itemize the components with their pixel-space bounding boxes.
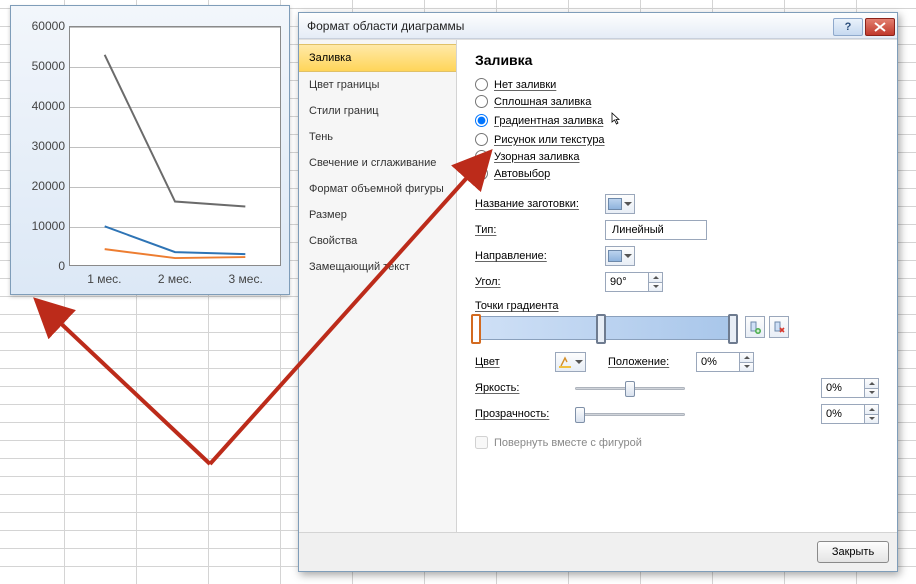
- radio-label: Градиентная заливка: [494, 115, 603, 127]
- transparency-slider[interactable]: [575, 405, 685, 423]
- spin-down[interactable]: [865, 388, 879, 399]
- cursor-icon: [611, 112, 623, 129]
- chart-plot: [69, 26, 281, 266]
- position-spinner[interactable]: [696, 352, 754, 372]
- radio-input[interactable]: [475, 78, 488, 91]
- remove-gradient-stop-button[interactable]: [769, 316, 789, 338]
- transparency-label: Прозрачность:: [475, 408, 565, 420]
- radio-label: Рисунок или текстура: [494, 134, 605, 146]
- direction-label: Направление:: [475, 250, 595, 262]
- nav-3d-format[interactable]: Формат объемной фигуры: [299, 176, 456, 202]
- angle-input[interactable]: [605, 272, 649, 292]
- radio-picture-fill[interactable]: Рисунок или текстура: [475, 133, 879, 146]
- window-close-button[interactable]: [865, 18, 895, 36]
- spin-down[interactable]: [865, 414, 879, 425]
- radio-solid-fill[interactable]: Сплошная заливка: [475, 95, 879, 108]
- add-gradient-stop-button[interactable]: [745, 316, 765, 338]
- radio-input[interactable]: [475, 167, 488, 180]
- nav-glow[interactable]: Свечение и сглаживание: [299, 150, 456, 176]
- radio-label: Нет заливки: [494, 79, 556, 91]
- xtick: 3 мес.: [210, 272, 281, 286]
- chart-area[interactable]: 60000 50000 40000 30000 20000 10000 0 1 …: [10, 5, 290, 295]
- radio-input[interactable]: [475, 95, 488, 108]
- category-nav: Заливка Цвет границы Стили границ Тень С…: [299, 40, 457, 532]
- nav-alt-text[interactable]: Замещающий текст: [299, 254, 456, 280]
- transparency-input[interactable]: [821, 404, 865, 424]
- nav-properties[interactable]: Свойства: [299, 228, 456, 254]
- brightness-label: Яркость:: [475, 382, 565, 394]
- radio-no-fill[interactable]: Нет заливки: [475, 78, 879, 91]
- gradient-stops-track[interactable]: [475, 316, 735, 340]
- ytick: 40000: [11, 100, 65, 140]
- chart-lines: [70, 27, 280, 265]
- gradient-stop-handle[interactable]: [471, 314, 481, 344]
- spin-up[interactable]: [865, 404, 879, 414]
- radio-input[interactable]: [475, 114, 488, 127]
- chart-y-ticks: 60000 50000 40000 30000 20000 10000 0: [11, 20, 65, 300]
- ytick: 50000: [11, 60, 65, 100]
- xtick: 1 мес.: [69, 272, 140, 286]
- direction-dropdown[interactable]: [605, 246, 635, 266]
- nav-shadow[interactable]: Тень: [299, 124, 456, 150]
- spin-up[interactable]: [649, 272, 663, 282]
- fill-panel: Заливка Нет заливки Сплошная заливка Гра…: [457, 40, 897, 532]
- chart-x-ticks: 1 мес. 2 мес. 3 мес.: [69, 272, 281, 286]
- nav-size[interactable]: Размер: [299, 202, 456, 228]
- angle-label: Угол:: [475, 276, 595, 288]
- ytick: 60000: [11, 20, 65, 60]
- radio-automatic[interactable]: Автовыбор: [475, 167, 879, 180]
- radio-label: Сплошная заливка: [494, 96, 591, 108]
- gradient-stops-label: Точки градиента: [475, 300, 879, 312]
- radio-input[interactable]: [475, 150, 488, 163]
- panel-heading: Заливка: [475, 52, 879, 68]
- ytick: 10000: [11, 220, 65, 260]
- position-label: Положение:: [608, 356, 686, 368]
- color-dropdown[interactable]: [555, 352, 586, 372]
- angle-spinner[interactable]: [605, 272, 663, 292]
- transparency-spinner[interactable]: [821, 404, 879, 424]
- help-button[interactable]: ?: [833, 18, 863, 36]
- spin-down[interactable]: [649, 282, 663, 293]
- dialog-footer: Закрыть: [299, 532, 897, 571]
- checkbox-label: Повернуть вместе с фигурой: [494, 437, 642, 449]
- gradient-stop-handle[interactable]: [728, 314, 738, 344]
- radio-label: Автовыбор: [494, 168, 550, 180]
- radio-input[interactable]: [475, 133, 488, 146]
- type-value: Линейный: [606, 224, 690, 236]
- ytick: 30000: [11, 140, 65, 180]
- ytick: 0: [11, 260, 65, 300]
- nav-fill[interactable]: Заливка: [299, 44, 456, 72]
- type-label: Тип:: [475, 224, 595, 236]
- radio-gradient-fill[interactable]: Градиентная заливка: [475, 112, 879, 129]
- color-label: Цвет: [475, 356, 545, 368]
- gradient-stop-handle[interactable]: [596, 314, 606, 344]
- brightness-spinner[interactable]: [821, 378, 879, 398]
- position-input[interactable]: [696, 352, 740, 372]
- close-button[interactable]: Закрыть: [817, 541, 889, 563]
- brightness-slider[interactable]: [575, 379, 685, 397]
- radio-label: Узорная заливка: [494, 151, 579, 163]
- spin-up[interactable]: [740, 352, 754, 362]
- dialog-titlebar[interactable]: Формат области диаграммы ?: [299, 13, 897, 39]
- xtick: 2 мес.: [140, 272, 211, 286]
- dialog-title: Формат области диаграммы: [307, 19, 833, 33]
- spin-up[interactable]: [865, 378, 879, 388]
- brightness-input[interactable]: [821, 378, 865, 398]
- spin-down[interactable]: [740, 362, 754, 373]
- radio-pattern-fill[interactable]: Узорная заливка: [475, 150, 879, 163]
- format-chart-area-dialog: Формат области диаграммы ? Заливка Цвет …: [298, 12, 898, 572]
- preset-dropdown[interactable]: [605, 194, 635, 214]
- type-combo[interactable]: Линейный: [605, 220, 707, 240]
- nav-border-color[interactable]: Цвет границы: [299, 72, 456, 98]
- checkbox-input: [475, 436, 488, 449]
- nav-border-styles[interactable]: Стили границ: [299, 98, 456, 124]
- ytick: 20000: [11, 180, 65, 220]
- rotate-with-shape-checkbox[interactable]: Повернуть вместе с фигурой: [475, 436, 879, 449]
- preset-label: Название заготовки:: [475, 198, 595, 210]
